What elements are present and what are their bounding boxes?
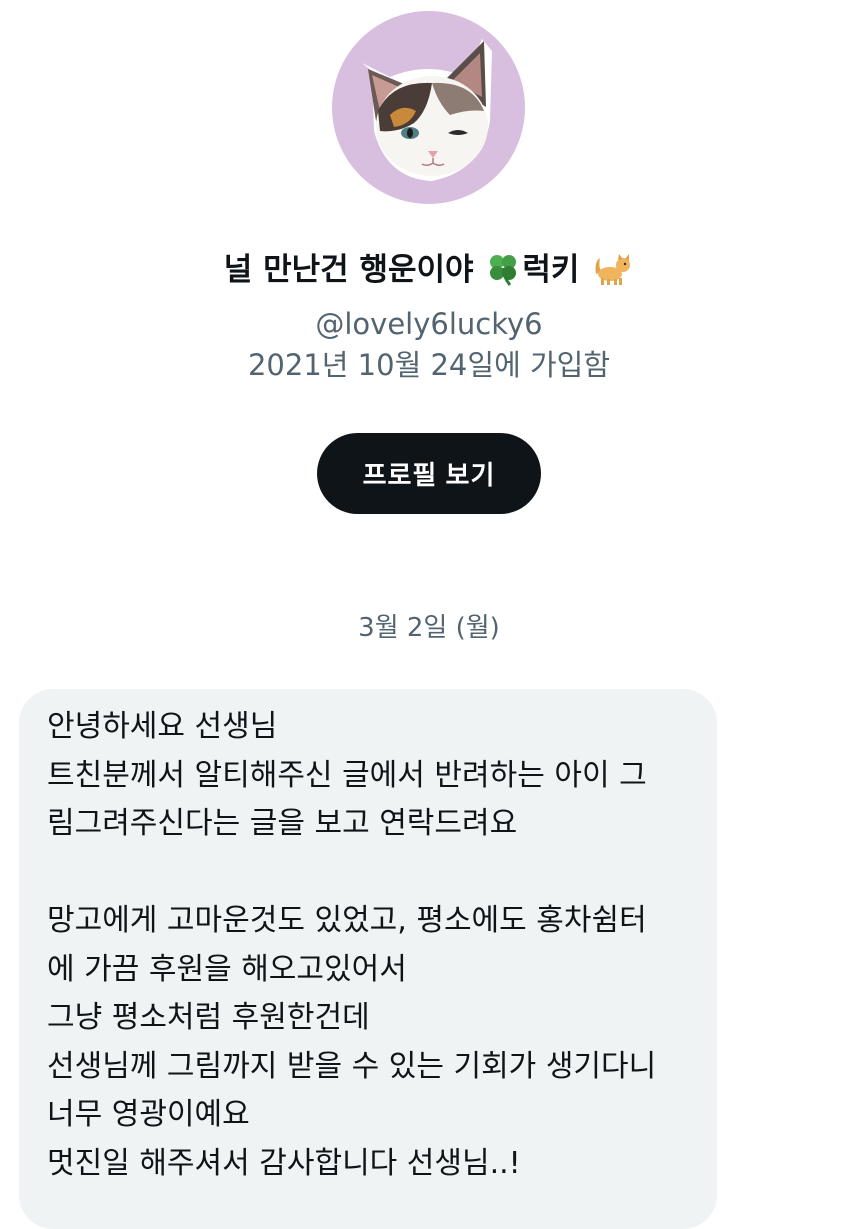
profile-avatar[interactable] [332,11,525,204]
message-line: 트친분께서 알티해주신 글에서 반려하는 아이 그 [47,757,647,793]
view-profile-button[interactable]: 프로필 보기 [317,433,541,514]
message-line: 멋진일 해주셔서 감사합니다 선생님..! [47,1145,521,1181]
message-line: 너무 영광이예요 [47,1097,250,1132]
profile-handle: @lovely6lucky6 [315,307,543,341]
message-line: 선생님께 그림까지 받을 수 있는 기회가 생기다니 [47,1048,657,1084]
message-line [47,849,691,898]
cat-icon [592,252,632,298]
message-line: 안녕하세요 선생님 [47,709,278,744]
message-bubble[interactable]: 안녕하세요 선생님 트친분께서 알티해주신 글에서 반려하는 아이 그 림그려주… [19,689,717,1229]
profile-display-name: 널 만난건 행운이야 럭키 [0,248,858,298]
message-line: 그냥 평소처럼 후원한건데 [47,1000,370,1035]
message-line: 림그려주신다는 글을 보고 연락드려요 [47,806,518,841]
display-name-text: 널 만난건 행운이야 [223,252,474,288]
four-leaf-clover-icon [486,252,520,298]
joined-date: 2021년 10월 24일에 가입함 [247,348,611,382]
conversation-date-label: 3월 2일 (월) [358,613,500,643]
display-name-suffix: 럭키 [522,252,580,288]
message-line: 망고에게 고마운것도 있었고, 평소에도 홍차쉼터 [47,903,647,938]
message-line: 에 가끔 후원을 해오고있어서 [47,951,407,987]
cat-face-icon [362,39,492,181]
